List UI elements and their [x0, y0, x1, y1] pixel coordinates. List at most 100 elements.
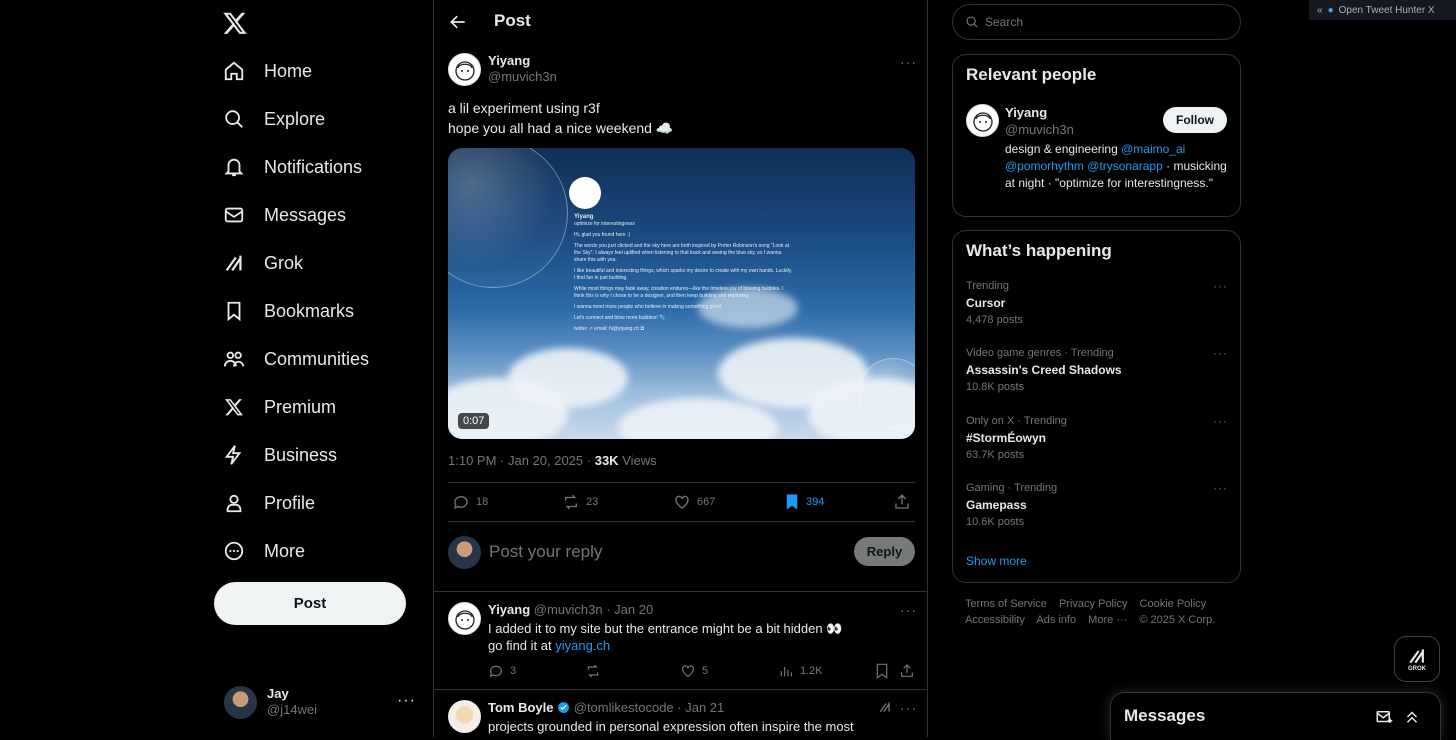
nav-more[interactable]: More: [222, 534, 305, 568]
person-icon: [222, 491, 246, 515]
footer-link[interactable]: Accessibility: [965, 614, 1025, 626]
search-input[interactable]: Search: [952, 4, 1241, 40]
bookmark-button[interactable]: [875, 663, 889, 679]
more-dots-icon[interactable]: ···: [900, 700, 917, 716]
post-button[interactable]: Post: [214, 582, 406, 625]
relevant-person-name[interactable]: Yiyang: [1005, 104, 1074, 121]
reply-submit-button[interactable]: Reply: [854, 537, 915, 566]
x-logo-icon[interactable]: [222, 10, 248, 36]
footer-link[interactable]: Terms of Service: [965, 598, 1047, 610]
account-switcher[interactable]: Jay @j14wei ···: [224, 684, 424, 720]
extension-tab[interactable]: « ● Open Tweet Hunter X: [1309, 0, 1456, 20]
nav-grok-label: Grok: [264, 252, 304, 273]
grok-floating-button[interactable]: GROK: [1394, 636, 1440, 682]
video-paragraph: The words you just clicked and the sky h…: [574, 243, 790, 263]
more-dots-icon[interactable]: ···: [900, 54, 917, 70]
bookmark-filled-icon: [786, 494, 798, 510]
more-dots-icon[interactable]: ···: [1213, 413, 1228, 430]
account-handle: @j14wei: [267, 702, 318, 717]
more-dots-icon[interactable]: ···: [1213, 278, 1228, 295]
relevant-person-handle[interactable]: @muvich3n: [1005, 122, 1074, 137]
nav-home[interactable]: Home: [222, 54, 312, 88]
nav-premium[interactable]: Premium: [222, 390, 336, 424]
bio-text: design & engineering: [1005, 142, 1122, 156]
messages-drawer[interactable]: Messages: [1110, 692, 1441, 740]
like-button[interactable]: 5: [680, 663, 708, 679]
reply-item[interactable]: Tom Boyle @tomlikestocode · Jan 21 ··· p…: [448, 700, 917, 737]
nav-bookmarks-label: Bookmarks: [264, 300, 355, 321]
post-text-line: a lil experiment using r3f: [448, 100, 600, 116]
follow-button[interactable]: Follow: [1163, 107, 1227, 133]
footer-link[interactable]: Ads info: [1036, 614, 1076, 626]
nav-explore[interactable]: Explore: [222, 102, 325, 136]
footer-link[interactable]: More ···: [1088, 614, 1127, 626]
nav-business[interactable]: Business: [222, 438, 337, 472]
nav-messages[interactable]: Messages: [222, 198, 346, 232]
avatar: [224, 685, 257, 719]
show-more-link[interactable]: Show more: [966, 554, 1027, 568]
bio-link[interactable]: @pomorhythm: [1005, 159, 1084, 173]
extension-label: Open Tweet Hunter X: [1338, 4, 1435, 16]
reply-author-name[interactable]: Yiyang: [488, 602, 530, 617]
post-author[interactable]: Yiyang @muvich3n: [448, 53, 557, 86]
divider: [448, 521, 915, 522]
more-circle-icon: [222, 539, 246, 563]
more-dots-icon[interactable]: ···: [1213, 345, 1228, 362]
share-button[interactable]: [893, 493, 911, 511]
repost-button[interactable]: 23: [562, 493, 598, 511]
post-views-label: Views: [622, 453, 657, 468]
page-title: Post: [494, 11, 531, 30]
views-button[interactable]: 1.2K: [778, 663, 823, 679]
new-message-icon[interactable]: [1375, 708, 1393, 726]
more-dots-icon[interactable]: ···: [1213, 480, 1228, 497]
nav-communities[interactable]: Communities: [222, 342, 369, 376]
search-placeholder: Search: [985, 15, 1024, 29]
avatar[interactable]: [448, 53, 481, 86]
verified-badge-icon: [558, 702, 570, 713]
reply-text-line: projects grounded in personal expression…: [488, 719, 854, 734]
nav-bookmarks[interactable]: Bookmarks: [222, 294, 354, 328]
more-dots-icon[interactable]: ···: [397, 692, 416, 710]
post-video[interactable]: Yiyang optimize for interestingness Hi, …: [448, 148, 915, 439]
reply-item[interactable]: Yiyang @muvich3n · Jan 20 ··· I added it…: [448, 602, 917, 687]
bio-link[interactable]: @maimo_ai: [1121, 142, 1185, 156]
trend-item[interactable]: Video game genres · Trending Assassin's …: [966, 345, 1228, 396]
reply-text: projects grounded in personal expression…: [488, 718, 854, 735]
post-text: a lil experiment using r3f hope you all …: [448, 98, 673, 138]
expand-chevron-icon[interactable]: [1403, 708, 1421, 726]
repost-button[interactable]: [585, 663, 601, 679]
back-arrow-icon[interactable]: [448, 12, 468, 32]
grok-icon[interactable]: [878, 700, 892, 714]
trend-title: Gamepass: [966, 498, 1027, 512]
relevant-people-title: Relevant people: [966, 65, 1097, 84]
reply-button[interactable]: 18: [452, 493, 488, 511]
nav-notifications[interactable]: Notifications: [222, 150, 362, 184]
trend-item[interactable]: Only on X · Trending #StormÉowyn 63.7K p…: [966, 413, 1228, 464]
avatar[interactable]: [966, 104, 999, 137]
footer-link[interactable]: Privacy Policy: [1059, 598, 1127, 610]
nav-grok[interactable]: Grok: [222, 246, 303, 280]
reply-author-name[interactable]: Tom Boyle: [488, 700, 554, 715]
author-handle[interactable]: @muvich3n: [488, 69, 557, 84]
nav-business-label: Business: [264, 444, 338, 465]
bookmark-button[interactable]: 394: [784, 493, 824, 511]
reply-input[interactable]: Post your reply: [489, 542, 602, 562]
more-dots-icon[interactable]: ···: [900, 602, 917, 618]
nav-explore-label: Explore: [264, 108, 326, 129]
nav-profile[interactable]: Profile: [222, 486, 315, 520]
like-button[interactable]: 667: [673, 493, 715, 511]
reply-header: Tom Boyle @tomlikestocode · Jan 21: [488, 700, 724, 715]
footer-link[interactable]: Cookie Policy: [1140, 598, 1207, 610]
share-button[interactable]: [899, 663, 915, 679]
author-name[interactable]: Yiyang: [488, 53, 557, 69]
reply-link[interactable]: yiyang.ch: [555, 638, 610, 653]
avatar[interactable]: [448, 602, 481, 635]
post-time[interactable]: 1:10 PM · Jan 20, 2025 ·: [448, 453, 591, 468]
avatar[interactable]: [448, 700, 481, 733]
bio-link[interactable]: @trysonarapp: [1087, 159, 1163, 173]
trend-item[interactable]: Gaming · Trending Gamepass 10.6K posts ·…: [966, 480, 1228, 531]
reply-button[interactable]: 3: [488, 663, 516, 679]
trend-item[interactable]: Trending Cursor 4,478 posts ···: [966, 278, 1228, 329]
reply-count: 3: [510, 665, 517, 677]
left-sidebar: Home Explore Notifications Messages Grok…: [0, 0, 434, 737]
